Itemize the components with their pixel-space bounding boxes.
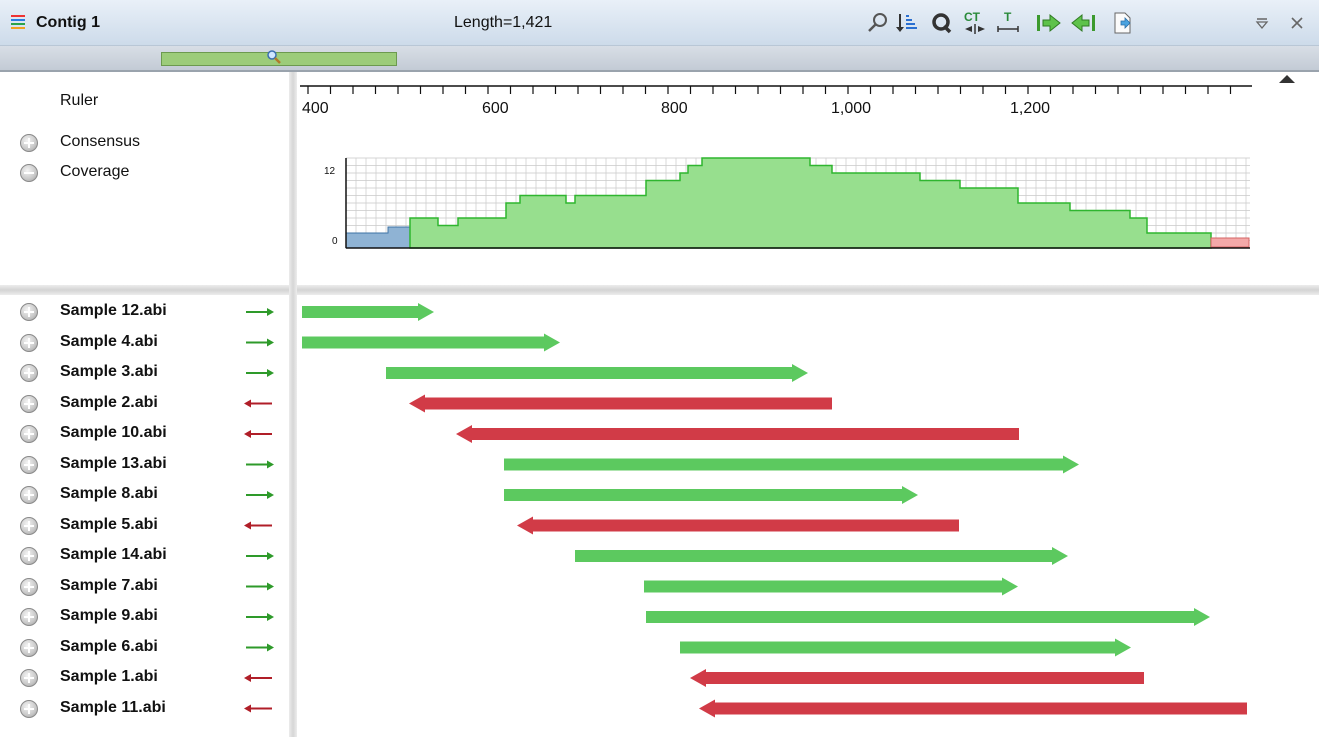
sample-name[interactable]: Sample 7.abi — [60, 577, 158, 595]
low-coverage-end — [1210, 237, 1250, 248]
sample-name[interactable]: Sample 10.abi — [60, 424, 167, 442]
collapse-coverage-button[interactable] — [20, 164, 38, 182]
collapse-triangle-icon[interactable] — [1278, 74, 1296, 84]
reverse-arrow-icon — [244, 521, 272, 530]
read-bar[interactable] — [504, 486, 918, 504]
expand-sample-button[interactable] — [20, 608, 38, 626]
coverage-min-label: 0 — [332, 236, 338, 247]
sample-name[interactable]: Sample 4.abi — [60, 333, 158, 351]
contig-length: Length=1,421 — [454, 14, 553, 31]
read-bar[interactable] — [456, 425, 1019, 443]
expand-sample-button[interactable] — [20, 364, 38, 382]
forward-arrow-icon — [246, 338, 274, 347]
contig-icon — [11, 15, 25, 31]
ct-icon[interactable]: CT — [960, 9, 990, 37]
expand-sample-button[interactable] — [20, 333, 38, 352]
forward-arrow-icon — [246, 369, 274, 377]
magnifier-icon — [267, 50, 281, 64]
sample-name[interactable]: Sample 13.abi — [60, 455, 167, 473]
expand-sample-button[interactable] — [20, 486, 38, 504]
reverse-arrow-icon — [244, 704, 272, 713]
sample-name[interactable]: Sample 11.abi — [60, 699, 166, 717]
sample-name[interactable]: Sample 8.abi — [60, 485, 158, 503]
coverage-graph: 12 0 — [324, 157, 1250, 249]
track-label-coverage: Coverage — [60, 163, 130, 180]
read-bar[interactable] — [504, 455, 1079, 474]
go-next-icon[interactable] — [1034, 9, 1064, 37]
reverse-arrow-icon — [244, 399, 272, 408]
expand-sample-button[interactable] — [20, 455, 38, 474]
forward-arrow-icon — [246, 491, 274, 499]
contig-title: Contig 1 — [36, 14, 100, 31]
track-label-ruler: Ruler — [60, 92, 99, 109]
expand-sample-button[interactable] — [20, 303, 38, 321]
forward-arrow-icon — [246, 643, 274, 652]
reads-view — [244, 303, 1247, 718]
expand-sample-button[interactable] — [20, 669, 38, 687]
quality-icon[interactable] — [928, 9, 956, 37]
expand-consensus-button[interactable] — [20, 134, 38, 152]
sample-name[interactable]: Sample 5.abi — [60, 516, 158, 534]
sample-name[interactable]: Sample 9.abi — [60, 607, 158, 625]
expand-sample-button[interactable] — [20, 425, 38, 443]
sample-name[interactable]: Sample 2.abi — [60, 394, 158, 412]
read-bar[interactable] — [302, 303, 434, 321]
menu-icon[interactable] — [1251, 9, 1273, 37]
t-align-icon[interactable]: T — [994, 9, 1022, 37]
reverse-arrow-icon — [244, 674, 272, 682]
sample-name[interactable]: Sample 14.abi — [60, 546, 167, 564]
sample-name[interactable]: Sample 12.abi — [60, 302, 167, 320]
overview-strip[interactable] — [0, 46, 1319, 72]
svg-text:CT: CT — [964, 10, 981, 24]
sample-name[interactable]: Sample 6.abi — [60, 638, 158, 656]
ruler-label: 400 — [302, 100, 329, 117]
forward-arrow-icon — [246, 460, 274, 469]
ruler-label: 800 — [661, 100, 688, 117]
read-bar[interactable] — [517, 516, 959, 535]
low-coverage-region — [345, 226, 411, 249]
contig-header: Contig 1 Length=1,421 CT T — [0, 0, 1319, 46]
read-bar[interactable] — [386, 364, 808, 382]
ruler-scale — [300, 85, 1252, 94]
expand-sample-button[interactable] — [20, 516, 38, 535]
forward-arrow-icon — [246, 552, 274, 560]
expand-sample-button[interactable] — [20, 547, 38, 565]
go-prev-icon[interactable] — [1068, 9, 1098, 37]
expand-sample-button[interactable] — [20, 638, 38, 657]
horizontal-splitter[interactable] — [0, 285, 1319, 295]
read-bar[interactable] — [680, 638, 1131, 657]
forward-arrow-icon — [246, 582, 274, 591]
ruler-label: 1,200 — [1010, 100, 1051, 117]
expand-sample-button[interactable] — [20, 577, 38, 596]
read-bar[interactable] — [690, 669, 1144, 687]
sort-icon[interactable] — [893, 9, 921, 37]
read-bar[interactable] — [644, 577, 1018, 596]
expand-sample-button[interactable] — [20, 699, 38, 718]
forward-arrow-icon — [246, 613, 274, 621]
ruler-label: 1,000 — [831, 100, 872, 117]
close-icon[interactable] — [1286, 9, 1308, 37]
read-bar[interactable] — [575, 547, 1068, 565]
ruler-label: 600 — [482, 100, 509, 117]
export-icon[interactable] — [1109, 9, 1137, 37]
sample-name[interactable]: Sample 1.abi — [60, 668, 158, 686]
sample-name[interactable]: Sample 3.abi — [60, 363, 158, 381]
zoom-icon[interactable] — [864, 9, 892, 37]
svg-text:T: T — [1004, 10, 1012, 24]
forward-arrow-icon — [246, 308, 274, 316]
read-bar[interactable] — [646, 608, 1210, 626]
coverage-max-label: 12 — [324, 166, 336, 177]
expand-sample-button[interactable] — [20, 394, 38, 413]
read-bar[interactable] — [409, 394, 832, 413]
read-bar[interactable] — [302, 333, 560, 352]
track-label-consensus: Consensus — [60, 133, 141, 150]
read-bar[interactable] — [699, 699, 1247, 718]
reverse-arrow-icon — [244, 430, 272, 438]
overview-viewport-handle[interactable] — [161, 50, 397, 66]
